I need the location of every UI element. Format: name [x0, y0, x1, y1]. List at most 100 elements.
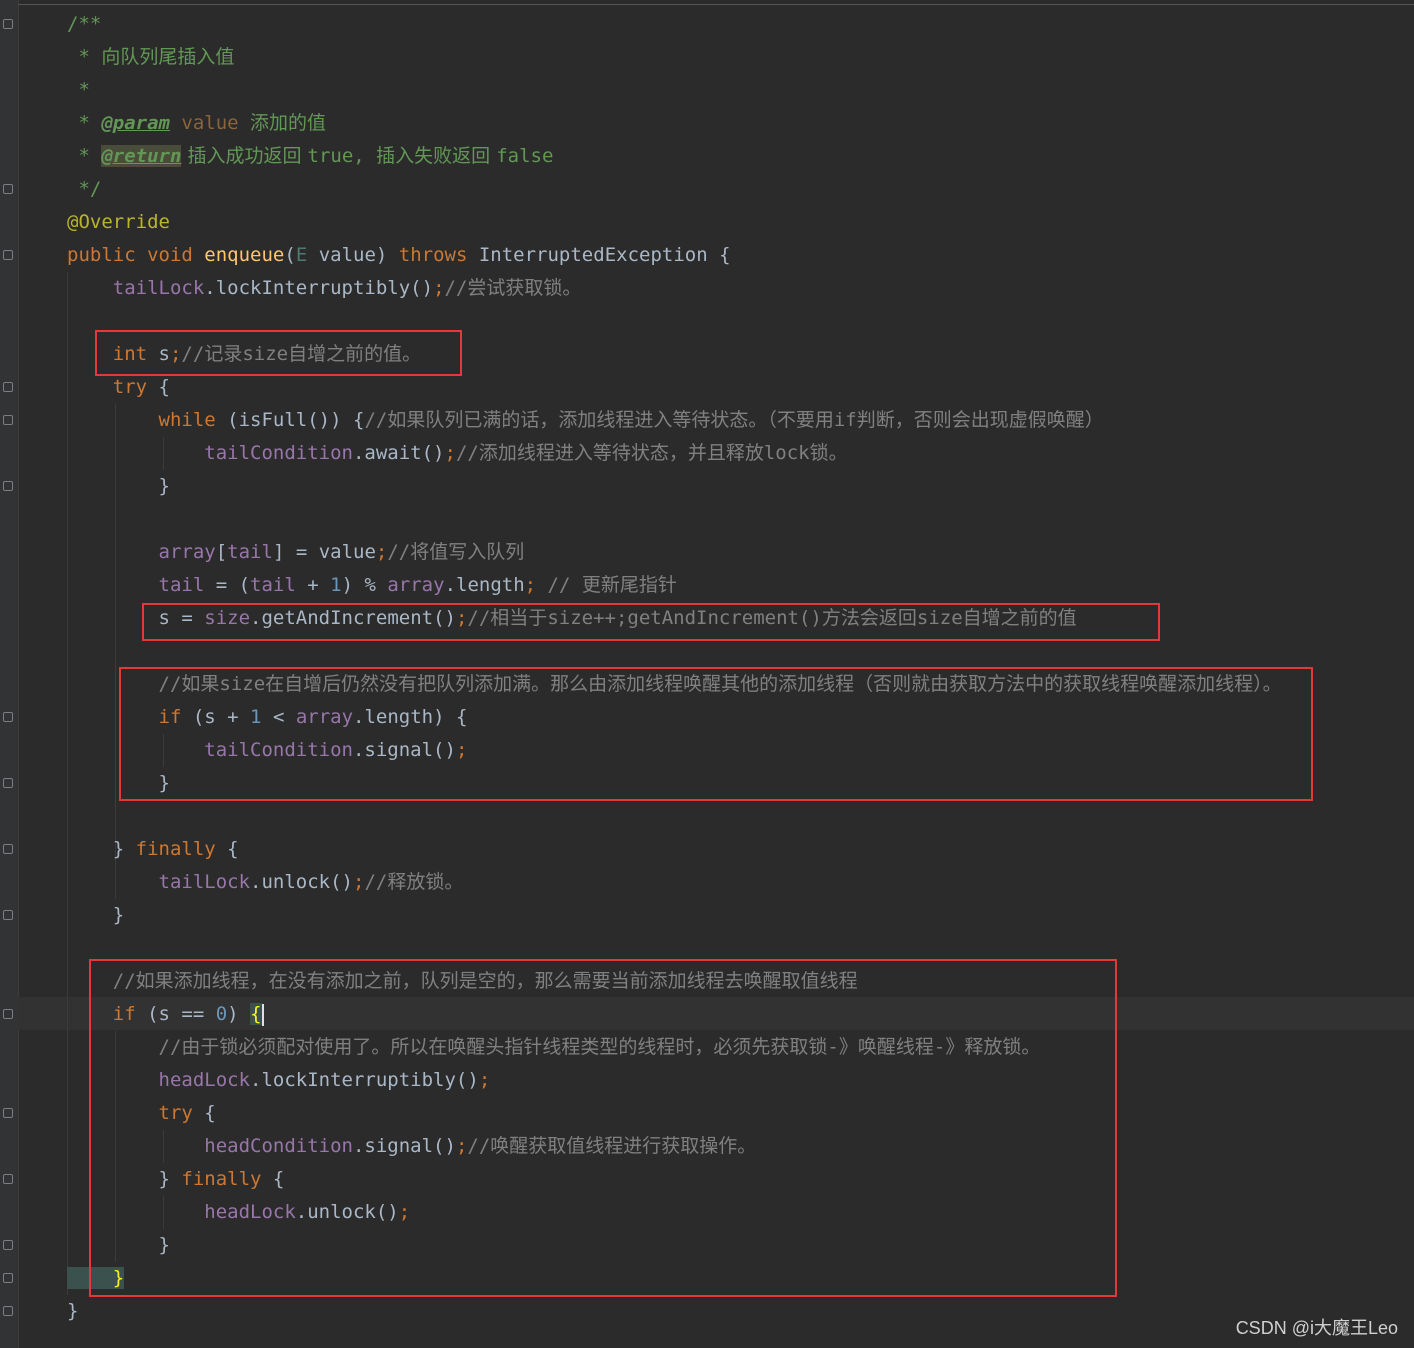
code-line[interactable]: tailLock.unlock();//释放锁。 — [0, 866, 1414, 899]
code-line[interactable]: while (isFull()) {//如果队列已满的话，添加线程进入等待状态。… — [0, 404, 1414, 437]
code-token: ) — [227, 1003, 251, 1025]
code-line[interactable]: tailLock.lockInterruptibly();//尝试获取锁。 — [0, 272, 1414, 305]
code-line-text: * — [67, 74, 89, 107]
code-line[interactable]: * @return 插入成功返回 true, 插入失败返回 false — [0, 140, 1414, 173]
code-line[interactable]: int s;//记录size自增之前的值。 — [0, 338, 1414, 371]
code-token: } — [67, 1168, 182, 1190]
code-token: ; — [455, 1135, 468, 1157]
code-token: * — [67, 46, 102, 68]
code-line[interactable]: @Override — [0, 206, 1414, 239]
code-line[interactable]: * @param value 添加的值 — [0, 107, 1414, 140]
code-line[interactable]: if (s + 1 < array.length) { — [0, 701, 1414, 734]
code-line-text: try { — [67, 1097, 216, 1130]
code-line[interactable]: public void enqueue(E value) throws Inte… — [0, 239, 1414, 272]
code-line[interactable]: //如果size在自增后仍然没有把队列添加满。那么由添加线程唤醒其他的添加线程（… — [0, 668, 1414, 701]
code-line-text: try { — [67, 371, 170, 404]
code-line[interactable]: tailCondition.signal(); — [0, 734, 1414, 767]
code-line[interactable]: } — [0, 1262, 1414, 1295]
code-token: headLock — [67, 1201, 296, 1223]
code-line[interactable]: try { — [0, 371, 1414, 404]
code-line[interactable]: * 向队列尾插入值 — [0, 41, 1414, 74]
code-line[interactable]: } — [0, 1229, 1414, 1262]
code-line[interactable]: s = size.getAndIncrement();//相当于size++;g… — [0, 602, 1414, 635]
code-line[interactable] — [0, 305, 1414, 338]
code-token: * — [67, 145, 102, 167]
code-token: false — [496, 145, 554, 167]
code-line-text: headLock.unlock(); — [67, 1196, 410, 1229]
code-token: * — [67, 112, 102, 134]
code-token: 添加的值 — [250, 112, 327, 134]
code-token: tailLock — [67, 277, 205, 299]
code-line[interactable]: tailCondition.await();//添加线程进入等待状态，并且释放l… — [0, 437, 1414, 470]
code-token: 如果添加线程，在没有添加之前，队列是空的，那么需要当前添加线程去唤醒取值线程 — [135, 970, 858, 992]
editor-top-border — [18, 4, 1414, 5]
code-token: 尝试获取锁。 — [467, 277, 582, 299]
code-line[interactable]: headCondition.signal();//唤醒获取值线程进行获取操作。 — [0, 1130, 1414, 1163]
code-line[interactable]: } finally { — [0, 1163, 1414, 1196]
code-token: // — [364, 409, 388, 431]
code-line[interactable]: } — [0, 1295, 1414, 1328]
code-token: finally — [181, 1168, 273, 1190]
code-token: ; — [444, 442, 456, 464]
code-line[interactable] — [0, 800, 1414, 833]
code-line[interactable]: */ — [0, 173, 1414, 206]
code-token: 1 — [250, 706, 273, 728]
code-line[interactable]: //如果添加线程，在没有添加之前，队列是空的，那么需要当前添加线程去唤醒取值线程 — [0, 965, 1414, 998]
code-line[interactable]: //由于锁必须配对使用了。所以在唤醒头指针线程类型的线程时，必须先获取锁-》唤醒… — [0, 1031, 1414, 1064]
code-line-text: /** — [67, 8, 101, 41]
code-line[interactable]: array[tail] = value;//将值写入队列 — [0, 536, 1414, 569]
code-line[interactable] — [0, 503, 1414, 536]
code-token: try — [67, 1102, 205, 1124]
code-line[interactable]: tail = (tail + 1) % array.length; // 更新尾… — [0, 569, 1414, 602]
code-line-text: while (isFull()) {//如果队列已满的话，添加线程进入等待状态。… — [67, 404, 1104, 437]
code-line[interactable] — [0, 932, 1414, 965]
code-token: tailCondition — [67, 442, 353, 464]
code-line[interactable]: if (s == 0) { — [0, 998, 1414, 1031]
code-token: 唤醒获取值线程进行获取操作。 — [490, 1135, 757, 1157]
code-token: 方法会返回 — [821, 607, 917, 629]
code-token: // — [67, 970, 136, 992]
code-token: value — [169, 112, 251, 134]
code-line[interactable]: } — [0, 899, 1414, 932]
code-token: @Override — [67, 211, 170, 233]
code-token: array — [67, 541, 216, 563]
code-token: if — [833, 409, 857, 431]
code-line[interactable]: headLock.unlock(); — [0, 1196, 1414, 1229]
code-token: } — [67, 838, 136, 860]
code-token: throws — [398, 244, 479, 266]
code-token: { — [250, 1003, 262, 1025]
code-line[interactable]: * — [0, 74, 1414, 107]
code-token: if — [67, 706, 193, 728]
code-line[interactable]: try { — [0, 1097, 1414, 1130]
code-line[interactable]: /** — [0, 8, 1414, 41]
code-token: 由于锁必须配对使用了。所以在唤醒头指针线程类型的线程时，必须先获取锁 — [181, 1036, 828, 1058]
code-line-text: int s;//记录size自增之前的值。 — [67, 338, 421, 371]
code-token: 如果 — [181, 673, 220, 695]
code-line[interactable]: } — [0, 470, 1414, 503]
code-token: array — [387, 574, 445, 596]
code-line-text: //如果size在自增后仍然没有把队列添加满。那么由添加线程唤醒其他的添加线程（… — [67, 668, 1282, 701]
code-line[interactable]: } — [0, 767, 1414, 800]
watermark: CSDN @i大魔王Leo — [1235, 1318, 1398, 1338]
code-line[interactable]: headLock.lockInterruptibly(); — [0, 1064, 1414, 1097]
code-token: 添加线程进入等待状态，并且释放 — [478, 442, 764, 464]
code-line-text: headLock.lockInterruptibly(); — [67, 1064, 491, 1097]
code-line-text: } finally { — [67, 833, 239, 866]
code-token: public void — [67, 244, 205, 266]
code-token: 判断，否则会出现虚假唤醒） — [856, 409, 1104, 431]
code-line-text: if (s == 0) { — [67, 998, 264, 1031]
code-line-text: tailCondition.await();//添加线程进入等待状态，并且释放l… — [67, 437, 847, 470]
code-editor[interactable]: /** * 向队列尾插入值 * * @param value 添加的值 * @r… — [0, 0, 1414, 1348]
code-token: int — [67, 343, 159, 365]
code-line-text: tailLock.unlock();//释放锁。 — [67, 866, 464, 899]
code-token: 释放锁。 — [387, 871, 464, 893]
code-token: = ( — [215, 574, 251, 596]
code-token: { — [227, 838, 239, 860]
code-line[interactable]: } finally { — [0, 833, 1414, 866]
code-token: s — [158, 343, 170, 365]
code-line-text: * @return 插入成功返回 true, 插入失败返回 false — [67, 140, 553, 173]
code-token: if — [67, 1003, 148, 1025]
code-line[interactable] — [0, 635, 1414, 668]
code-token: array — [295, 706, 354, 728]
code-line-text: tail = (tail + 1) % array.length; // 更新尾… — [67, 569, 677, 602]
